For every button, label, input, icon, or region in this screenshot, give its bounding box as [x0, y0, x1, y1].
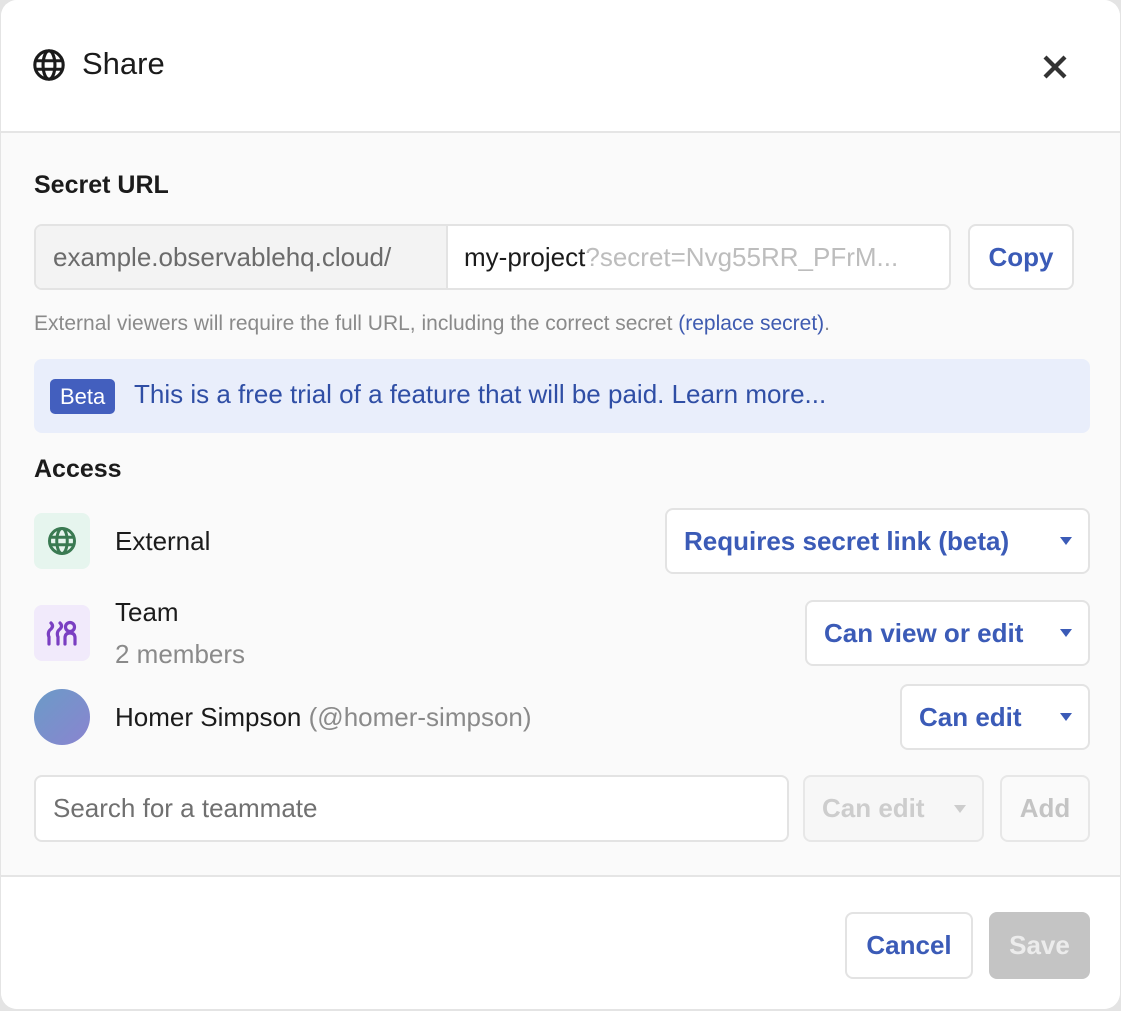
beta-badge: Beta [50, 379, 116, 414]
url-secret: ?secret=Nvg55RR_PFrM... [585, 241, 899, 272]
replace-secret-link[interactable]: (replace secret) [678, 312, 824, 335]
team-icon [46, 620, 77, 646]
hint-suffix: . [824, 312, 830, 335]
user-permission-select[interactable]: Can edit [900, 684, 1090, 750]
new-member-permission-value: Can edit [822, 793, 925, 823]
cancel-button[interactable]: Cancel [845, 912, 973, 979]
access-row-external-name: External [115, 526, 211, 556]
beta-learn-more-link[interactable]: This is a free trial of a feature that w… [134, 379, 826, 410]
secret-hint: External viewers will require the full U… [34, 312, 830, 336]
user-permission-value: Can edit [919, 701, 1022, 732]
new-member-permission-select[interactable]: Can edit [803, 775, 984, 842]
hint-text: External viewers will require the full U… [34, 312, 679, 335]
globe-icon [48, 527, 76, 555]
access-row-team-name: Team [115, 597, 179, 627]
chevron-down-icon [1060, 629, 1072, 637]
chevron-down-icon [1060, 537, 1072, 545]
close-icon[interactable] [1038, 50, 1072, 84]
team-permission-select[interactable]: Can view or edit [805, 600, 1090, 666]
url-slug: my-project [464, 241, 586, 272]
chevron-down-icon [954, 804, 966, 813]
secret-url-field[interactable]: example.observablehq.cloud/ my-project ?s… [34, 224, 951, 290]
access-row-team-members: 2 members [115, 639, 246, 669]
url-path[interactable]: my-project ?secret=Nvg55RR_PFrM... [448, 226, 949, 288]
beta-banner: Beta This is a free trial of a feature t… [34, 359, 1090, 433]
user-handle: (@homer-simpson) [308, 702, 532, 732]
dialog-title: Share [82, 46, 165, 81]
add-member-button[interactable]: Add [1000, 775, 1090, 842]
save-button[interactable]: Save [989, 912, 1090, 979]
access-label: Access [34, 455, 122, 483]
chevron-down-icon [1060, 713, 1072, 721]
external-permission-value: Requires secret link (beta) [684, 525, 1010, 556]
user-name: Homer Simpson [115, 702, 302, 732]
team-icon-tile [34, 605, 90, 661]
url-prefix: example.observablehq.cloud/ [36, 226, 448, 288]
teammate-search-input[interactable] [34, 775, 789, 842]
copy-button[interactable]: Copy [968, 224, 1074, 290]
share-dialog: Share Secret URL example.observablehq.cl… [1, 0, 1120, 1009]
dialog-header: Share [1, 0, 1120, 133]
globe-icon [33, 49, 65, 81]
external-permission-select[interactable]: Requires secret link (beta) [665, 508, 1090, 574]
access-row-user: Homer Simpson (@homer-simpson) [115, 702, 532, 733]
secret-url-label: Secret URL [34, 171, 169, 199]
dialog-footer: Cancel Save [1, 875, 1120, 1009]
team-permission-value: Can view or edit [824, 617, 1024, 648]
external-icon-tile [34, 513, 90, 569]
avatar [34, 689, 90, 745]
